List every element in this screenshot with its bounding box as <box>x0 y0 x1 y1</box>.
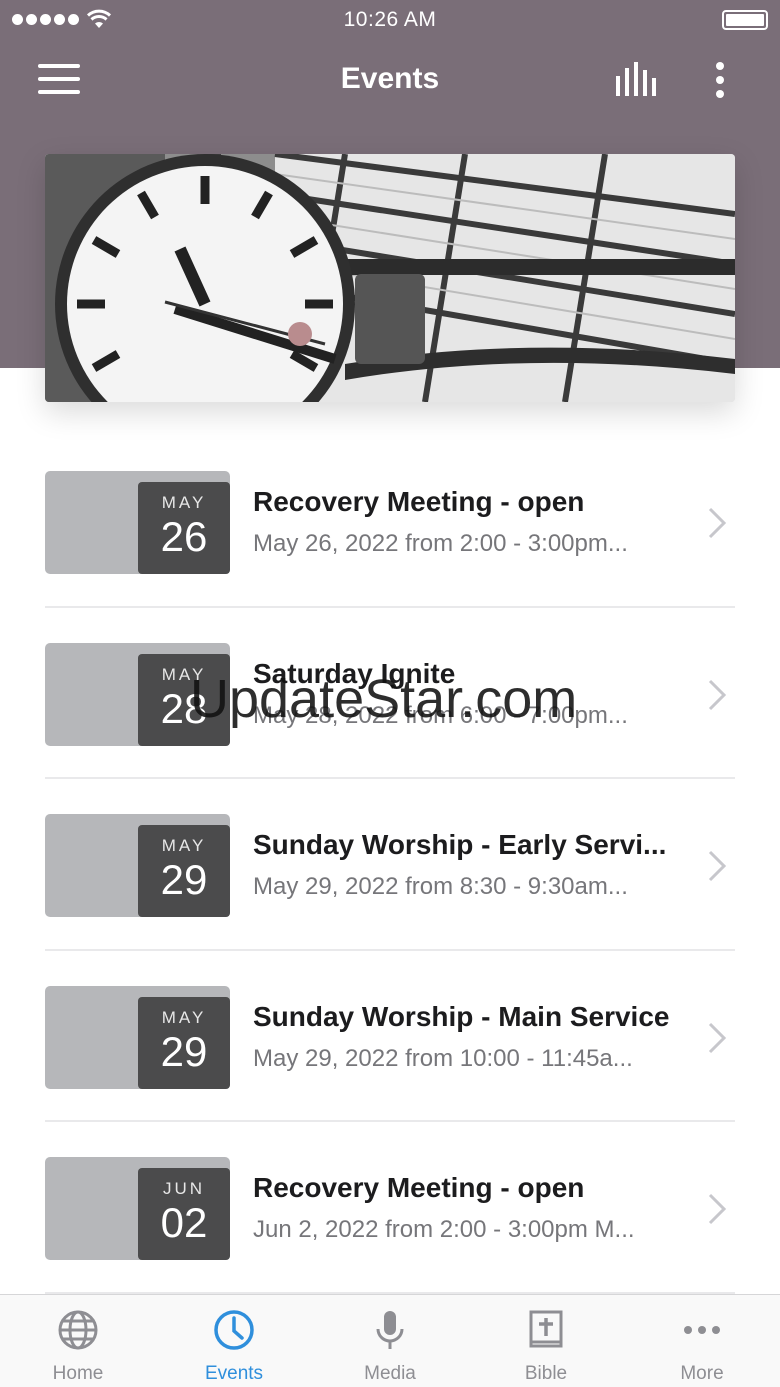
date-month: MAY <box>161 1007 207 1027</box>
date-day: 28 <box>160 684 208 732</box>
hero-image <box>45 154 735 402</box>
microphone-icon <box>376 1311 404 1349</box>
date-badge: MAY 29 <box>138 825 230 917</box>
battery-icon <box>722 10 768 30</box>
date-day: 02 <box>160 1199 208 1246</box>
chevron-right-icon <box>708 850 727 882</box>
date-day: 29 <box>160 1027 208 1075</box>
chevron-right-icon <box>708 507 727 539</box>
tab-more[interactable]: More <box>624 1295 780 1387</box>
event-row[interactable]: JUN 02 Recovery Meeting - open Jun 2, 20… <box>45 1122 735 1294</box>
chevron-right-icon <box>708 1022 727 1053</box>
event-list: MAY 26 Recovery Meeting - open May 26, 2… <box>45 436 735 1294</box>
event-title: Recovery Meeting - open <box>253 1172 585 1203</box>
event-title: Saturday Ignite <box>253 657 456 689</box>
date-badge: MAY 26 <box>138 482 230 574</box>
event-title: Sunday Worship - Main Service <box>253 1000 670 1032</box>
date-day: 26 <box>160 513 208 560</box>
event-subtitle: May 29, 2022 from 8:30 - 9:30am... <box>253 873 628 900</box>
date-badge: MAY 28 <box>138 653 230 746</box>
event-row[interactable]: MAY 29 Sunday Worship - Main Service May… <box>45 951 735 1122</box>
event-subtitle: Jun 2, 2022 from 2:00 - 3:00pm M... <box>253 1216 635 1243</box>
event-row[interactable]: MAY 29 Sunday Worship - Early Servi... M… <box>45 779 735 951</box>
date-month: MAY <box>161 664 207 684</box>
audio-bars-icon[interactable] <box>614 62 660 98</box>
tab-label-home: Home <box>52 1363 104 1384</box>
more-dots-icon <box>684 1326 720 1334</box>
date-month: JUN <box>162 1179 206 1198</box>
event-subtitle: May 26, 2022 from 2:00 - 3:00pm... <box>253 530 628 557</box>
tab-label-more: More <box>680 1363 724 1384</box>
event-subtitle: May 29, 2022 from 10:00 - 11:45a... <box>253 1044 633 1072</box>
globe-icon <box>58 1310 98 1350</box>
date-badge: JUN 02 <box>138 1168 230 1260</box>
tab-media[interactable]: Media <box>312 1295 468 1387</box>
bible-icon <box>529 1310 563 1348</box>
date-month: MAY <box>161 493 207 512</box>
chevron-right-icon <box>708 679 727 710</box>
tab-events[interactable]: Events <box>156 1295 312 1387</box>
page-title: Events <box>340 62 440 95</box>
clock-icon <box>214 1310 254 1350</box>
event-subtitle: May 28, 2022 from 6:00 - 7:00pm... <box>253 701 628 729</box>
tab-bible[interactable]: Bible <box>468 1295 624 1387</box>
event-row[interactable]: MAY 26 Recovery Meeting - open May 26, 2… <box>45 436 735 608</box>
date-month: MAY <box>161 836 207 855</box>
tab-label-media: Media <box>364 1363 416 1384</box>
more-options-icon[interactable] <box>712 58 728 102</box>
date-day: 29 <box>160 856 208 903</box>
tab-label-events: Events <box>204 1363 264 1384</box>
event-title: Sunday Worship - Early Servi... <box>253 829 667 860</box>
tab-home[interactable]: Home <box>0 1295 156 1387</box>
status-bar: 10:26 AM <box>0 0 780 40</box>
chevron-right-icon <box>708 1193 727 1225</box>
navigation-bar: Events <box>0 50 780 110</box>
tab-bar: Home Events Media Bible More <box>0 1294 780 1387</box>
status-time: 10:26 AM <box>343 8 437 31</box>
date-badge: MAY 29 <box>138 996 230 1089</box>
event-row[interactable]: MAY 28 Saturday Ignite May 28, 2022 from… <box>45 608 735 779</box>
tab-label-bible: Bible <box>524 1363 568 1384</box>
event-title: Recovery Meeting - open <box>253 486 585 517</box>
